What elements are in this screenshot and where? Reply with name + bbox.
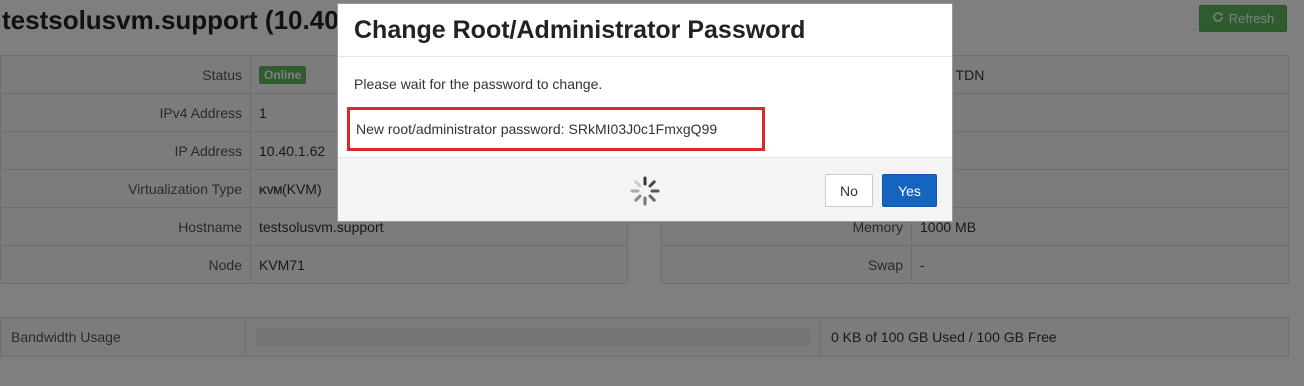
- loading-spinner-icon: [629, 175, 661, 207]
- no-button[interactable]: No: [825, 174, 873, 207]
- new-password-highlight: New root/administrator password: SRkMI03…: [347, 107, 765, 151]
- modal-title: Change Root/Administrator Password: [354, 16, 806, 44]
- new-password-value: SRkMI03J0c1FmxgQ99: [568, 121, 718, 137]
- change-password-modal: Change Root/Administrator Password Pleas…: [337, 3, 953, 222]
- yes-button[interactable]: Yes: [882, 174, 937, 207]
- modal-body: Please wait for the password to change. …: [338, 57, 952, 157]
- modal-footer: No Yes: [338, 157, 952, 221]
- wait-message: Please wait for the password to change.: [354, 76, 603, 92]
- new-password-label: New root/administrator password:: [356, 121, 565, 137]
- modal-header: Change Root/Administrator Password: [338, 4, 952, 57]
